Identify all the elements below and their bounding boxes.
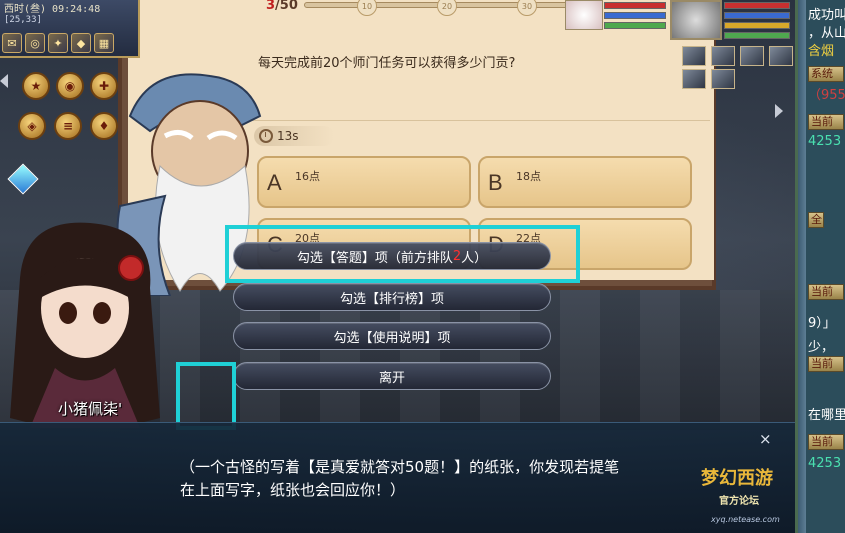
gift-icon[interactable]: ♦ — [90, 112, 118, 140]
calendar-icon[interactable]: ▦ — [94, 33, 114, 53]
progress-track: 10 20 30 — [304, 0, 594, 16]
player-exp-bar — [724, 32, 790, 39]
divider — [248, 120, 710, 121]
option-text: 18点 — [516, 170, 541, 183]
option-letter: B — [488, 170, 503, 195]
close-icon[interactable]: × — [759, 430, 772, 448]
skill-slot[interactable] — [711, 46, 735, 66]
chat-line: 成功叫 — [808, 8, 845, 23]
chat-channel-system[interactable]: 系统 — [808, 66, 844, 82]
progress-total: /50 — [275, 0, 298, 13]
chat-line: 含烟 — [808, 44, 835, 59]
collapse-right-arrow-icon[interactable] — [775, 104, 783, 118]
skill-slot[interactable] — [682, 46, 706, 66]
logo-title: 梦幻西游 — [701, 467, 773, 489]
menu-help-label: 勾选【使用说明】项 — [333, 330, 451, 346]
chat-channel-current[interactable]: 当前 — [808, 114, 844, 130]
skill-slot[interactable] — [711, 69, 735, 89]
activity-icon[interactable]: ★ — [22, 72, 50, 100]
skill-slot[interactable] — [769, 46, 793, 66]
logo-url: xyq.netease.com — [710, 515, 780, 524]
pet-portrait[interactable] — [565, 0, 603, 30]
player-hp-bar — [724, 2, 790, 9]
progress-current: 3 — [266, 0, 276, 13]
logo-subtitle: 官方论坛 — [719, 494, 759, 507]
chat-line: 在哪里 — [808, 408, 845, 423]
quiz-question: 每天完成前20个师门任务可以获得多少门贡? — [258, 56, 516, 71]
mail-icon[interactable]: ✉ — [2, 33, 22, 53]
highlight-box-secondary — [176, 362, 236, 430]
game-time: 西时(叁) 09:24:48 — [4, 4, 101, 15]
pet-exp-bar — [604, 22, 666, 29]
chat-line: （955 — [808, 88, 845, 103]
option-b[interactable]: B 18点 — [478, 156, 692, 208]
collapse-left-arrow-icon[interactable] — [0, 74, 8, 88]
menu-leave-button[interactable]: 离开 — [233, 362, 551, 390]
map-icon[interactable]: ◎ — [25, 33, 45, 53]
status-panel: 西时(叁) 09:24:48 [25,33] ✉ ◎ ✦ ◆ ▦ — [0, 0, 140, 58]
chat-line: 4253 — [808, 134, 842, 149]
menu-rank-label: 勾选【排行榜】项 — [339, 291, 444, 307]
highlight-answer-option — [225, 225, 580, 283]
menu-help-button[interactable]: 勾选【使用说明】项 — [233, 322, 551, 350]
player-mp-bar — [724, 12, 790, 19]
menu-rank-button[interactable]: 勾选【排行榜】项 — [233, 283, 551, 311]
skill-slot[interactable] — [682, 69, 706, 89]
scroll-icon[interactable]: ≡ — [54, 112, 82, 140]
chat-channel-current[interactable]: 当前 — [808, 356, 844, 372]
compass-icon[interactable]: ✦ — [48, 33, 68, 53]
pet-mp-bar — [604, 12, 666, 19]
option-text: 16点 — [295, 170, 320, 183]
game-logo: 梦幻西游 官方论坛 xyq.netease.com — [701, 467, 780, 524]
pet-hp-bar — [604, 2, 666, 9]
chat-channel-all[interactable]: 全 — [808, 212, 824, 228]
chat-channel-current[interactable]: 当前 — [808, 284, 844, 300]
npc-name: 小猪佩柒' — [58, 400, 123, 418]
chat-line: ，从山 — [808, 26, 845, 41]
chat-line: 9）」 — [808, 316, 836, 331]
npc-portrait — [10, 222, 160, 428]
player-portrait[interactable] — [670, 0, 722, 40]
new-icon[interactable]: ✚ — [90, 72, 118, 100]
shop-icon[interactable]: ◈ — [18, 112, 46, 140]
menu-leave-label: 离开 — [378, 370, 405, 386]
status-icon-row: ✉ ◎ ✦ ◆ ▦ — [2, 33, 114, 53]
skill-slot[interactable] — [740, 46, 764, 66]
dialog-text: （一个古怪的写着【是真爱就答对50题！】的纸张，你发现若提笔在上面写字，纸张也会… — [180, 458, 620, 499]
skill-grid — [682, 46, 795, 89]
map-coordinates: [25,33] — [4, 15, 42, 25]
bag-icon[interactable]: ◆ — [71, 33, 91, 53]
player-anger-bar — [724, 22, 790, 29]
quiz-progress: 3/50 — [266, 0, 298, 13]
event-icon[interactable]: ◉ — [56, 72, 84, 100]
chat-line: 少， — [808, 340, 835, 355]
